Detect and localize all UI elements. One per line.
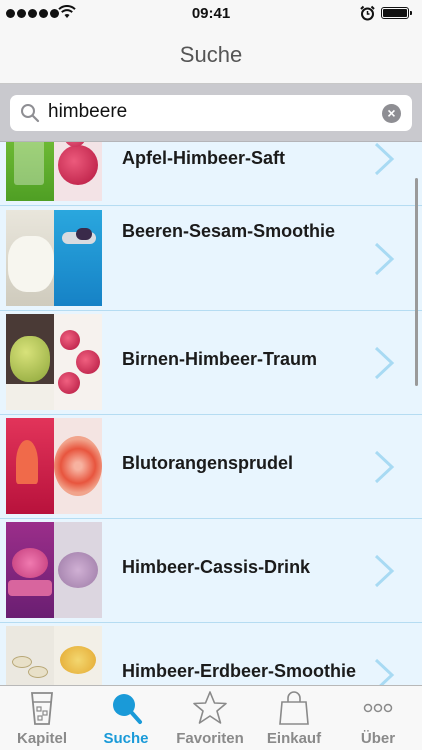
tab-label: Favoriten bbox=[176, 730, 244, 747]
star-icon bbox=[193, 691, 227, 724]
glass-icon bbox=[31, 692, 53, 725]
more-icon bbox=[363, 703, 393, 713]
chevron-right-icon bbox=[374, 346, 395, 380]
recipe-thumbnail bbox=[6, 522, 102, 618]
recipe-thumbnail bbox=[6, 314, 102, 410]
magnifier-icon bbox=[21, 104, 40, 123]
tab-ueber[interactable]: Über bbox=[336, 686, 420, 750]
alarm-icon bbox=[360, 5, 375, 21]
search-icon bbox=[113, 694, 142, 724]
clear-search-icon[interactable]: × bbox=[382, 104, 401, 123]
chevron-right-icon bbox=[374, 450, 395, 484]
tab-einkauf[interactable]: Einkauf bbox=[252, 686, 336, 750]
recipe-list[interactable]: Apfel-Himbeer-Saft Beeren-Sesam-Smoothie bbox=[0, 142, 422, 685]
tab-bar: Kapitel Suche Favoriten Einkauf Über bbox=[0, 685, 422, 750]
list-item[interactable]: Himbeer-Erdbeer-Smoothie bbox=[0, 623, 422, 685]
list-item[interactable]: Birnen-Himbeer-Traum bbox=[0, 311, 422, 415]
search-input[interactable]: himbeere × bbox=[10, 95, 412, 131]
tab-label: Über bbox=[360, 730, 396, 747]
recipe-thumbnail bbox=[6, 142, 102, 201]
list-item[interactable]: Blutorangensprudel bbox=[0, 415, 422, 519]
recipe-thumbnail bbox=[6, 418, 102, 514]
search-query[interactable]: himbeere bbox=[48, 101, 127, 123]
list-item[interactable]: Himbeer-Cassis-Drink bbox=[0, 519, 422, 623]
tab-favoriten[interactable]: Favoriten bbox=[168, 686, 252, 750]
recipe-title: Birnen-Himbeer-Traum bbox=[122, 349, 318, 369]
chevron-right-icon bbox=[374, 658, 395, 685]
recipe-thumbnail bbox=[6, 626, 102, 685]
tab-kapitel[interactable]: Kapitel bbox=[0, 686, 84, 750]
list-item[interactable]: Apfel-Himbeer-Saft bbox=[0, 142, 422, 206]
tab-suche[interactable]: Suche bbox=[84, 686, 168, 750]
status-time: 09:41 bbox=[191, 5, 231, 22]
status-bar: 09:41 bbox=[0, 0, 422, 28]
chevron-right-icon bbox=[374, 142, 395, 176]
scroll-indicator[interactable] bbox=[415, 178, 418, 386]
shopping-bag-icon bbox=[279, 691, 309, 725]
recipe-title: Beeren-Sesam-Smoothie bbox=[122, 221, 336, 241]
tab-label: Suche bbox=[103, 730, 149, 747]
battery-icon bbox=[381, 7, 412, 19]
tab-label: Kapitel bbox=[16, 730, 67, 747]
chevron-right-icon bbox=[374, 554, 395, 588]
navigation-bar: Suche bbox=[0, 28, 422, 84]
recipe-title: Apfel-Himbeer-Saft bbox=[122, 148, 286, 168]
recipe-thumbnail bbox=[6, 210, 102, 306]
recipe-title: Blutorangensprudel bbox=[122, 453, 294, 473]
tab-label: Einkauf bbox=[266, 730, 322, 747]
page-title: Suche bbox=[179, 42, 243, 67]
list-item[interactable]: Beeren-Sesam-Smoothie bbox=[0, 207, 422, 311]
search-bar: himbeere × bbox=[0, 84, 422, 142]
recipe-title: Himbeer-Cassis-Drink bbox=[122, 557, 311, 577]
chevron-right-icon bbox=[374, 242, 395, 276]
recipe-title: Himbeer-Erdbeer-Smoothie bbox=[122, 661, 357, 681]
